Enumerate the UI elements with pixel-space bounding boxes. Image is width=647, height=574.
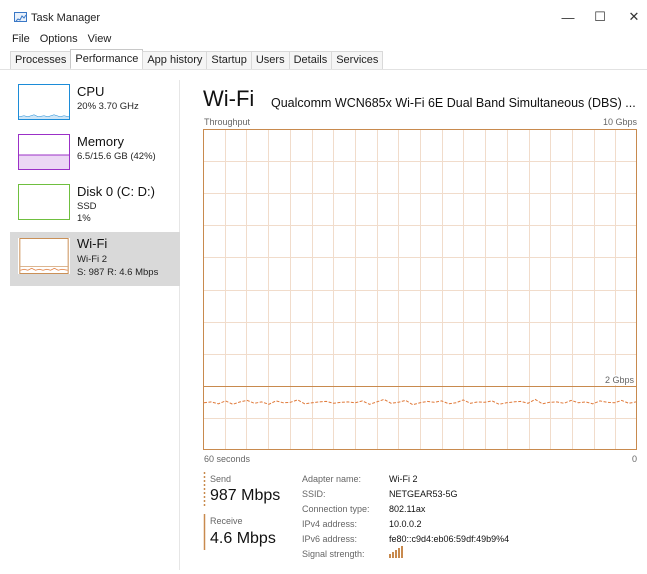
ipv4-value: 10.0.0.2 (389, 519, 422, 529)
menu-file[interactable]: File (12, 33, 30, 49)
performance-sidebar: CPU 20% 3.70 GHz Memory 6.5/15.6 GB (42%… (10, 80, 180, 570)
task-manager-icon (14, 12, 27, 22)
receive-label: Receive (210, 516, 243, 526)
sidebar-item-detail: 6.5/15.6 GB (42%) (77, 151, 156, 162)
ipv6-key: IPv6 address: (302, 534, 358, 544)
connection-type-key: Connection type: (302, 504, 370, 514)
maximize-button[interactable]: ☐ (585, 6, 615, 28)
memory-thumbnail-graph (18, 134, 70, 170)
send-label: Send (210, 474, 232, 484)
connection-type-value: 802.11ax (389, 504, 426, 514)
sidebar-item-detail: SSD (77, 201, 97, 212)
ssid-key: SSID: (302, 489, 326, 499)
adapter-description: Qualcomm WCN685x Wi-Fi 6E Dual Band Simu… (271, 96, 636, 110)
ipv4-key: IPv4 address: (302, 519, 358, 529)
sidebar-item-detail: 20% 3.70 GHz (77, 101, 139, 112)
tab-divider (0, 69, 647, 70)
tab-users[interactable]: Users (250, 51, 290, 69)
menu-bar: File Options View (12, 33, 111, 49)
menu-view[interactable]: View (88, 33, 112, 49)
minimize-button[interactable]: — (553, 6, 583, 28)
ipv6-value: fe80::c9d4:eb06:59df:49b9%4 (389, 534, 510, 544)
cpu-thumbnail-graph (18, 84, 70, 120)
tab-bar: Processes Performance App history Startu… (10, 49, 384, 69)
tab-processes[interactable]: Processes (10, 51, 72, 69)
sidebar-item-label: Disk 0 (C: D:) (77, 184, 155, 199)
throughput-graph (203, 129, 637, 450)
title-bar: Task Manager — ☐ ✕ (0, 0, 647, 32)
adapter-name-value: Wi-Fi 2 (389, 474, 418, 484)
sidebar-item-detail: 1% (77, 213, 91, 224)
sidebar-item-detail: Wi-Fi 2 (77, 254, 108, 265)
tab-services[interactable]: Services (331, 51, 384, 69)
sidebar-item-label: Wi-Fi (77, 236, 108, 251)
signal-strength-icon (389, 546, 403, 558)
window-title: Task Manager (31, 12, 101, 24)
sidebar-item-detail: S: 987 R: 4.6 Mbps (77, 267, 159, 278)
sidebar-item-wifi[interactable]: Wi-Fi Wi-Fi 2 S: 987 R: 4.6 Mbps (10, 232, 180, 286)
ssid-value: NETGEAR53-5G (389, 489, 458, 499)
tab-details[interactable]: Details (288, 51, 333, 69)
sidebar-item-disk[interactable]: Disk 0 (C: D:) SSD 1% (10, 180, 180, 230)
sidebar-item-memory[interactable]: Memory 6.5/15.6 GB (42%) (10, 130, 180, 180)
tab-startup[interactable]: Startup (206, 51, 252, 69)
send-value: 987 Mbps (210, 487, 281, 504)
tab-performance[interactable]: Performance (70, 49, 144, 68)
page-title: Wi-Fi (203, 86, 255, 111)
time-span-label: 60 seconds (204, 454, 251, 464)
receive-value: 4.6 Mbps (210, 530, 276, 547)
sidebar-item-label: CPU (77, 84, 105, 99)
sidebar-item-cpu[interactable]: CPU 20% 3.70 GHz (10, 80, 180, 130)
sidebar-item-label: Memory (77, 134, 124, 149)
receive-indicator (203, 514, 206, 550)
tab-app-history[interactable]: App history (142, 51, 208, 69)
zero-label: 0 (632, 454, 638, 464)
send-indicator (203, 472, 206, 508)
close-button[interactable]: ✕ (619, 6, 647, 28)
throughput-label: Throughput (204, 117, 251, 127)
adapter-name-key: Adapter name: (302, 474, 362, 484)
disk-thumbnail-graph (18, 184, 70, 220)
wifi-thumbnail-graph (18, 238, 70, 274)
mid-scale-label: 2 Gbps (605, 375, 635, 385)
signal-strength-key: Signal strength: (302, 549, 365, 559)
max-scale-label: 10 Gbps (603, 117, 638, 127)
menu-options[interactable]: Options (40, 33, 78, 49)
